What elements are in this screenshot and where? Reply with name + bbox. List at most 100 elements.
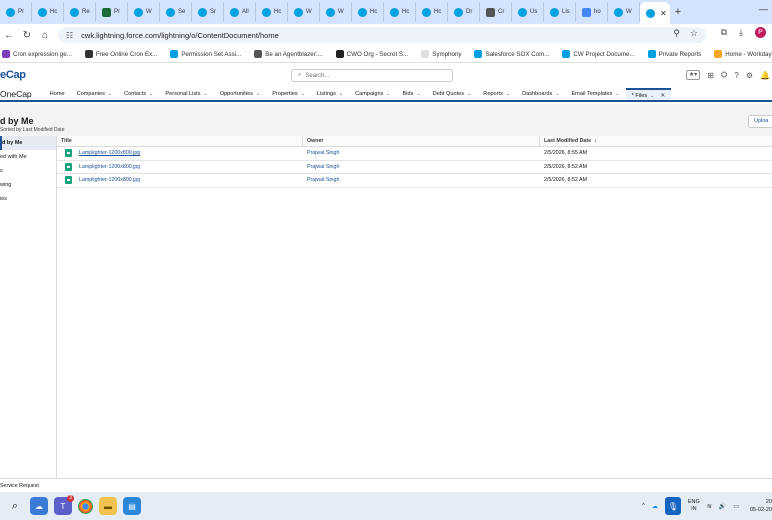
file-title-link[interactable]: Lamplighter-1200x800.jpg xyxy=(79,177,140,183)
sidebar-item[interactable]: ies xyxy=(0,192,56,206)
owner-link[interactable]: Prajwal Singh xyxy=(307,177,339,183)
sidebar-item[interactable]: wing xyxy=(0,178,56,192)
favorites-star-icon[interactable]: ★▾ xyxy=(685,70,701,80)
widgets-icon[interactable]: ☁ xyxy=(30,497,48,515)
table-row[interactable]: Lamplighter-1200x800.jpg Prajwal Singh 2/5… xyxy=(57,161,772,174)
search-icon[interactable]: ⌕ xyxy=(6,497,24,515)
clock[interactable]: 20 05-02-20 xyxy=(746,498,772,514)
download-icon[interactable]: ⤓ xyxy=(739,27,743,38)
new-tab-button[interactable]: + xyxy=(670,6,686,18)
show-hidden-icons-chevron-icon[interactable]: ^ xyxy=(642,503,645,509)
browser-tab[interactable]: Hc xyxy=(352,2,384,22)
sidebar-item[interactable]: s xyxy=(0,164,56,178)
nav-item-files[interactable]: * Files ⌄ ✕ xyxy=(625,87,672,100)
browser-tab[interactable]: Hc xyxy=(384,2,416,22)
chevron-down-icon[interactable]: ⌄ xyxy=(301,91,305,97)
owner-link[interactable]: Prajwal Singh xyxy=(307,164,339,170)
setup-gear-icon[interactable]: ⚙ xyxy=(746,71,753,80)
chevron-down-icon[interactable]: ⌄ xyxy=(506,91,510,97)
global-actions-icon[interactable]: ⊞ xyxy=(707,71,714,80)
browser-tab[interactable]: W xyxy=(320,2,352,22)
chevron-down-icon[interactable]: ⌄ xyxy=(256,91,260,97)
microphone-icon[interactable]: 🎙 xyxy=(664,497,681,515)
bookmark-item[interactable]: Cron expression ge... xyxy=(2,50,72,58)
url-bar[interactable]: ☷ cwk.lightning.force.com/lightning/o/Co… xyxy=(58,27,706,43)
bookmark-item[interactable]: Salesforce SOX Com... xyxy=(474,50,549,58)
chevron-down-icon[interactable]: ⌄ xyxy=(650,93,654,99)
nav-item-dashboards[interactable]: Dashboards ⌄ xyxy=(516,91,565,97)
help-icon[interactable]: ? xyxy=(734,71,738,80)
browser-tab-active[interactable]: ✕ xyxy=(640,2,670,24)
browser-tab[interactable]: Hc xyxy=(32,2,64,22)
profile-avatar[interactable]: P xyxy=(755,27,766,38)
bookmark-item[interactable]: Be an Agentblazer:... xyxy=(254,50,323,58)
browser-tab[interactable]: Us xyxy=(512,2,544,22)
chevron-down-icon[interactable]: ⌄ xyxy=(615,91,619,97)
chrome-icon[interactable] xyxy=(78,498,93,514)
file-explorer-icon[interactable]: ▬ xyxy=(99,497,117,515)
nav-item-email-templates[interactable]: Email Templates ⌄ xyxy=(565,91,625,97)
nav-item-campaigns[interactable]: Campaigns ⌄ xyxy=(349,91,397,97)
browser-tab[interactable]: Pr xyxy=(0,2,32,22)
browser-tab[interactable]: Lis xyxy=(544,2,576,22)
browser-tab[interactable]: All xyxy=(224,2,256,22)
nav-item-opportunities[interactable]: Opportunities ⌄ xyxy=(214,91,266,97)
nav-item-listings[interactable]: Listings ⌄ xyxy=(311,91,349,97)
column-header-title[interactable]: Title xyxy=(57,136,303,146)
chevron-down-icon[interactable]: ⌄ xyxy=(149,91,153,97)
sidebar-item[interactable]: ed with Me xyxy=(0,150,56,164)
browser-tab[interactable]: ho xyxy=(576,2,608,22)
language-indicator[interactable]: ENG IN xyxy=(688,499,700,513)
chevron-down-icon[interactable]: ⌄ xyxy=(204,91,208,97)
bookmark-item[interactable]: Permission Set Assi... xyxy=(170,50,241,58)
nav-item-debt-quotes[interactable]: Debt Quotes ⌄ xyxy=(427,91,478,97)
battery-icon[interactable]: ▭ xyxy=(733,503,739,510)
bookmark-item[interactable]: CW Project Docume... xyxy=(562,50,635,58)
close-tab-icon[interactable]: ✕ xyxy=(660,92,665,99)
bookmark-item[interactable]: Free Online Cron Ex... xyxy=(84,50,157,58)
volume-icon[interactable]: 🔊 xyxy=(719,503,726,510)
wifi-icon[interactable]: ≋ xyxy=(707,503,712,510)
nav-item-reports[interactable]: Reports ⌄ xyxy=(477,91,516,97)
browser-tab[interactable]: Se xyxy=(160,2,192,22)
nav-item-home[interactable]: Home xyxy=(44,91,71,97)
nav-item-personal-lists[interactable]: Personal Lists ⌄ xyxy=(159,91,213,97)
nav-item-properties[interactable]: Properties ⌄ xyxy=(266,91,311,97)
chevron-down-icon[interactable]: ⌄ xyxy=(339,91,343,97)
minimize-button[interactable]: — xyxy=(759,4,768,14)
browser-tab[interactable]: W xyxy=(128,2,160,22)
onedrive-icon[interactable]: ☁ xyxy=(652,503,658,510)
sidebar-item[interactable]: d by Me xyxy=(0,136,56,150)
home-icon[interactable]: ⌂ xyxy=(36,30,54,41)
chevron-down-icon[interactable]: ⌄ xyxy=(416,91,420,97)
chevron-down-icon[interactable]: ⌄ xyxy=(108,91,112,97)
browser-tab[interactable]: Re xyxy=(64,2,96,22)
browser-tab[interactable]: Pr xyxy=(96,2,128,22)
zoom-icon[interactable]: ⚲ xyxy=(673,28,680,39)
chevron-down-icon[interactable]: ⌄ xyxy=(386,91,390,97)
guidance-center-icon[interactable]: ⛭ xyxy=(721,70,727,80)
reload-icon[interactable]: ↻ xyxy=(18,30,36,41)
extensions-icon[interactable]: ⧉ xyxy=(721,27,727,38)
chevron-down-icon[interactable]: ⌄ xyxy=(555,91,559,97)
chevron-down-icon[interactable]: ⌄ xyxy=(467,91,471,97)
nav-item-bids[interactable]: Bids ⌄ xyxy=(397,91,427,97)
column-header-last-modified[interactable]: Last Modified Date ↓ xyxy=(540,136,772,146)
nav-item-companies[interactable]: Companies ⌄ xyxy=(71,91,119,97)
site-settings-icon[interactable]: ☷ xyxy=(66,31,73,40)
bookmark-item[interactable]: Home - Workday xyxy=(714,50,772,58)
browser-tab[interactable]: Dr xyxy=(448,2,480,22)
nav-item-contacts[interactable]: Contacts ⌄ xyxy=(118,91,159,97)
browser-tab[interactable]: Sr xyxy=(192,2,224,22)
url-text[interactable]: cwk.lightning.force.com/lightning/o/Cont… xyxy=(81,31,279,40)
browser-tab[interactable]: Hc xyxy=(256,2,288,22)
app-pinned-icon[interactable]: ▤ xyxy=(123,497,141,515)
back-arrow-icon[interactable]: ← xyxy=(0,30,18,41)
column-header-owner[interactable]: Owner xyxy=(303,136,540,146)
teams-icon[interactable]: T3 xyxy=(54,495,74,515)
table-row[interactable]: Lamplighter-1200x800.jpg Prajwal Singh 2/5… xyxy=(57,147,772,161)
close-tab-icon[interactable]: ✕ xyxy=(660,9,667,18)
browser-tab[interactable]: Cr xyxy=(480,2,512,22)
bookmark-item[interactable]: Symphony xyxy=(421,50,461,58)
app-logo[interactable]: eCap xyxy=(0,69,26,81)
